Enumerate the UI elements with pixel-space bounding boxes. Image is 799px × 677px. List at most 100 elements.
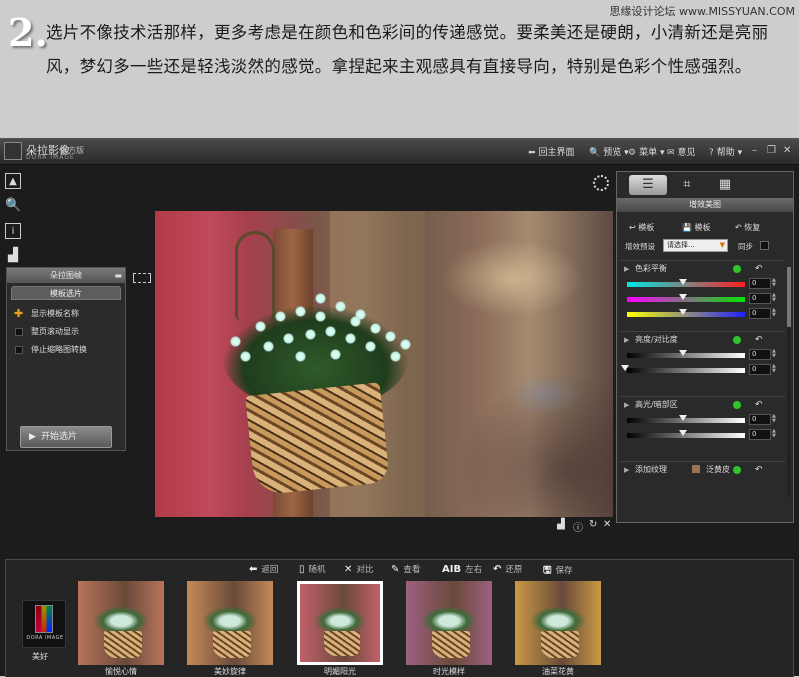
collapse-icon[interactable]: ▬ — [114, 268, 122, 283]
view-button[interactable]: ✎ 查看 — [391, 563, 420, 575]
start-select-button[interactable]: ▶ 开始选片 — [20, 426, 112, 448]
slider-value[interactable]: 0 — [749, 308, 771, 319]
back-arrow-icon: ⬅ — [249, 564, 258, 575]
highlight-shadow-header[interactable]: ▶ 高光/暗部区 ↶ — [621, 397, 785, 413]
tab-crop-icon[interactable]: ⌗ — [671, 175, 703, 195]
save-template-button[interactable]: 💾 模板 — [682, 222, 711, 233]
sync-checkbox[interactable] — [760, 241, 769, 250]
home-button[interactable]: ⬅ 回主界面 — [528, 145, 575, 158]
scrollbar-thumb[interactable] — [787, 267, 791, 327]
contrast-slider[interactable]: 0 ▲ ▼ — [621, 363, 785, 378]
tab-template-select[interactable]: 模板选片 — [11, 286, 121, 300]
enabled-dot-icon[interactable] — [733, 401, 741, 409]
texture-header[interactable]: ▶ 添加纹理 泛黄皮 ↶ — [621, 462, 785, 478]
thumbnail-item[interactable] — [187, 581, 273, 665]
spin-arrows-icon[interactable]: ▲ ▼ — [772, 349, 776, 359]
reset-icon[interactable]: ↶ — [755, 397, 763, 413]
spin-arrows-icon[interactable]: ▲ ▼ — [772, 429, 776, 439]
flower — [315, 293, 326, 304]
compare-label: 对比 — [356, 565, 374, 575]
restore-strip-button[interactable]: ↶ 还原 — [493, 563, 522, 575]
flower — [350, 316, 361, 327]
magenta-green-slider[interactable]: 0 ▲ ▼ — [621, 292, 785, 307]
option-show-template-name[interactable]: ✚ 显示模板名称 — [7, 306, 125, 322]
reset-icon[interactable]: ↶ — [755, 332, 763, 348]
info-small-icon[interactable]: ⓘ — [573, 519, 583, 534]
dora-image-tile[interactable]: DORA IMAGE — [22, 600, 66, 648]
slider-value[interactable]: 0 — [749, 293, 771, 304]
thumbnail-item[interactable] — [297, 581, 383, 665]
flower — [230, 336, 241, 347]
thumbnail-item[interactable] — [515, 581, 601, 665]
histogram-icon[interactable]: ▟ — [5, 248, 21, 264]
checked-plus-icon[interactable]: ✚ — [14, 306, 23, 322]
compare-arrows-icon: ✕ — [344, 564, 353, 575]
thumbnail-label: 油菜花黄 — [542, 667, 574, 676]
slider-value[interactable]: 0 — [749, 414, 771, 425]
spin-arrows-icon[interactable]: ▲ ▼ — [772, 278, 776, 288]
spin-arrows-icon[interactable]: ▲ ▼ — [772, 364, 776, 374]
preset-select[interactable]: 请选择... ▼ — [663, 239, 728, 252]
slider-value[interactable]: 0 — [749, 349, 771, 360]
random-button[interactable]: ▯ 随机 — [299, 563, 326, 575]
spin-arrows-icon[interactable]: ▲ ▼ — [772, 414, 776, 424]
slider-value[interactable]: 0 — [749, 278, 771, 289]
brightness-contrast-header[interactable]: ▶ 亮度/对比度 ↶ — [621, 332, 785, 348]
option-page-scroll[interactable]: 整页滚动显示 — [7, 324, 125, 340]
maximize-button[interactable]: ❐ — [767, 145, 776, 156]
enabled-dot-icon[interactable] — [733, 336, 741, 344]
enabled-dot-icon[interactable] — [733, 466, 741, 474]
reset-icon[interactable]: ↶ — [755, 462, 763, 478]
tab-frame-icon[interactable]: ▦ — [709, 175, 741, 195]
close-button[interactable]: ✕ — [783, 145, 791, 156]
flower — [283, 333, 294, 344]
feedback-button[interactable]: ✉ 意见 — [667, 145, 696, 158]
preset-label: 增效预设 — [625, 242, 655, 251]
spin-arrows-icon[interactable]: ▲ ▼ — [772, 308, 776, 318]
side-by-side-button[interactable]: AIB 左右 — [442, 563, 482, 575]
close-photo-icon[interactable]: ✕ — [603, 519, 611, 530]
expand-triangle-icon: ▶ — [624, 265, 630, 273]
phone-icon: ▯ — [299, 564, 305, 575]
image-icon[interactable]: ▲ — [5, 173, 21, 189]
checkbox[interactable] — [15, 346, 23, 354]
shadow-slider[interactable]: 0 ▲ ▼ — [621, 428, 785, 443]
option-stop-thumbnail[interactable]: 停止缩略图转换 — [7, 342, 125, 358]
restore-button[interactable]: ↶ 恢复 — [735, 222, 760, 233]
enabled-dot-icon[interactable] — [733, 265, 741, 273]
zoom-icon[interactable]: 🔍 — [5, 198, 21, 214]
minimize-button[interactable]: – — [752, 145, 757, 156]
cyan-red-slider[interactable]: 0 ▲ ▼ — [621, 277, 785, 292]
thumbnail-item[interactable] — [406, 581, 492, 665]
texture-swatch[interactable] — [692, 465, 700, 473]
brightness-slider[interactable]: 0 ▲ ▼ — [621, 348, 785, 363]
histogram-small-icon[interactable]: ▟ — [557, 519, 565, 530]
thumbnail-label: 明媚阳光 — [324, 667, 356, 676]
slider-value[interactable]: 0 — [749, 429, 771, 440]
color-balance-header[interactable]: ▶ 色彩平衡 ↶ — [621, 261, 785, 277]
panel-scrollbar[interactable] — [787, 267, 791, 497]
thumbnail-item[interactable] — [78, 581, 164, 665]
menu-button[interactable]: ⚙ 菜单 ▾ — [628, 145, 664, 158]
template-panel: 朵拉图帧 ▬ 模板选片 ✚ 显示模板名称 整页滚动显示 停止缩略图转换 ▶ 开始… — [6, 267, 126, 451]
preview-button[interactable]: 🔍 预览 ▾ — [589, 145, 629, 158]
checkbox[interactable] — [15, 328, 23, 336]
highlight-slider[interactable]: 0 ▲ ▼ — [621, 413, 785, 428]
tab-adjust-icon[interactable]: ☰ — [629, 175, 667, 195]
rotate-icon[interactable]: ↻ — [589, 519, 597, 530]
reset-icon[interactable]: ↶ — [755, 261, 763, 277]
flower — [365, 341, 376, 352]
save-button[interactable]: 🖫 保存 — [543, 563, 573, 580]
info-icon[interactable]: i — [5, 223, 21, 239]
help-button[interactable]: ? 帮助 ▾ — [709, 145, 742, 158]
slider-value[interactable]: 0 — [749, 364, 771, 375]
restore-strip-label: 还原 — [505, 565, 523, 575]
texture-name[interactable]: 泛黄皮 — [706, 462, 730, 478]
compare-button[interactable]: ✕ 对比 — [344, 563, 373, 575]
spin-arrows-icon[interactable]: ▲ ▼ — [772, 293, 776, 303]
apply-template-button[interactable]: ↩ 模板 — [629, 222, 654, 233]
thumbnail-label: 愉悦心情 — [105, 667, 137, 676]
yellow-blue-slider[interactable]: 0 ▲ ▼ — [621, 307, 785, 322]
back-button[interactable]: ⬅ 返回 — [249, 563, 278, 575]
filmstrip-icon[interactable] — [133, 273, 151, 283]
